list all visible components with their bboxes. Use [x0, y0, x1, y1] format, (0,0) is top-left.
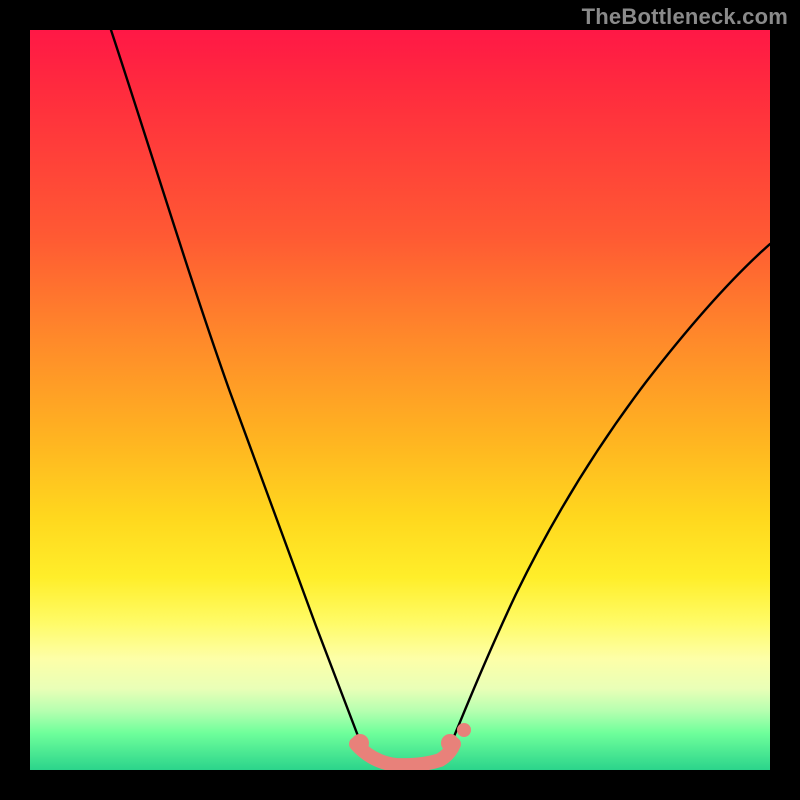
right-branch-line — [450, 244, 770, 746]
watermark-text: TheBottleneck.com — [582, 4, 788, 30]
gradient-plot-area — [30, 30, 770, 770]
curve-layer — [30, 30, 770, 770]
chart-frame: TheBottleneck.com — [0, 0, 800, 800]
left-endpoint-dot — [351, 734, 369, 752]
left-branch-line — [111, 30, 362, 746]
right-gap-dot — [457, 723, 471, 737]
right-endpoint-dot — [441, 734, 459, 752]
valley-floor-line — [356, 744, 454, 765]
